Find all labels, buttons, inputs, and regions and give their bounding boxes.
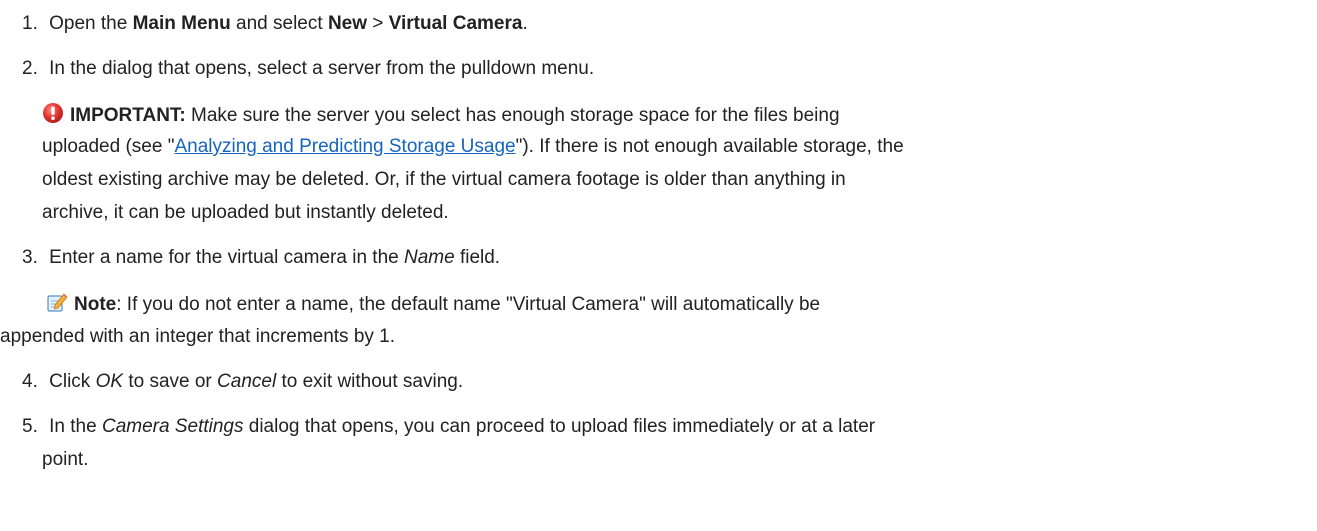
name-field-label: Name (403, 247, 455, 268)
cancel-label: Cancel (217, 371, 277, 392)
important-text: Make sure the server you select has enou… (185, 105, 840, 126)
note-icon (46, 291, 68, 320)
important-line-1: IMPORTANT: Make sure the server you sele… (42, 102, 840, 131)
step-number: 5. (22, 416, 38, 437)
important-icon (42, 102, 64, 131)
step-5-line-2: point. (42, 448, 88, 472)
step-text: Enter a name for the virtual camera in t… (49, 247, 404, 268)
step-text: to exit without saving. (276, 371, 464, 392)
step-5: 5. In the Camera Settings dialog that op… (22, 415, 875, 439)
important-line-4: archive, it can be uploaded but instantl… (42, 201, 449, 225)
important-line-2: uploaded (see "Analyzing and Predicting … (42, 135, 904, 159)
important-label: IMPORTANT: (70, 105, 186, 126)
virtual-camera-label: Virtual Camera (388, 13, 523, 34)
step-text: In the (49, 416, 102, 437)
note-line-1: Note: If you do not enter a name, the de… (46, 291, 820, 320)
important-text: uploaded (see " (42, 136, 175, 157)
camera-settings-label: Camera Settings (101, 416, 244, 437)
step-4: 4. Click OK to save or Cancel to exit wi… (22, 370, 463, 394)
step-number: 2. (22, 58, 38, 79)
step-1: 1. Open the Main Menu and select New > V… (22, 12, 528, 36)
step-3: 3. Enter a name for the virtual camera i… (22, 246, 500, 270)
step-text: dialog that opens, you can proceed to up… (243, 416, 876, 437)
step-text: In the dialog that opens, select a serve… (49, 58, 595, 79)
note-text: appended with an integer that increments… (0, 326, 396, 347)
step-number: 4. (22, 371, 38, 392)
step-text: Open the (49, 13, 133, 34)
step-text: > (367, 13, 389, 34)
note-label: Note (74, 294, 117, 315)
step-text: . (522, 13, 528, 34)
step-2: 2. In the dialog that opens, select a se… (22, 57, 594, 81)
step-number: 3. (22, 247, 38, 268)
storage-usage-link[interactable]: Analyzing and Predicting Storage Usage (174, 136, 515, 157)
important-line-3: oldest existing archive may be deleted. … (42, 168, 846, 192)
important-text: "). If there is not enough available sto… (515, 136, 904, 157)
new-label: New (327, 13, 368, 34)
important-text: oldest existing archive may be deleted. … (42, 169, 846, 190)
main-menu-label: Main Menu (132, 13, 231, 34)
note-line-2: appended with an integer that increments… (0, 325, 395, 349)
step-text: and select (230, 13, 328, 34)
step-text: field. (454, 247, 501, 268)
step-text: to save or (123, 371, 218, 392)
important-text: archive, it can be uploaded but instantl… (42, 202, 449, 223)
note-text: : If you do not enter a name, the defaul… (116, 294, 821, 315)
step-number: 1. (22, 13, 38, 34)
instructions-page: 1. Open the Main Menu and select New > V… (0, 0, 1317, 531)
ok-label: OK (95, 371, 124, 392)
step-text: point. (42, 449, 89, 470)
step-text: Click (49, 371, 96, 392)
